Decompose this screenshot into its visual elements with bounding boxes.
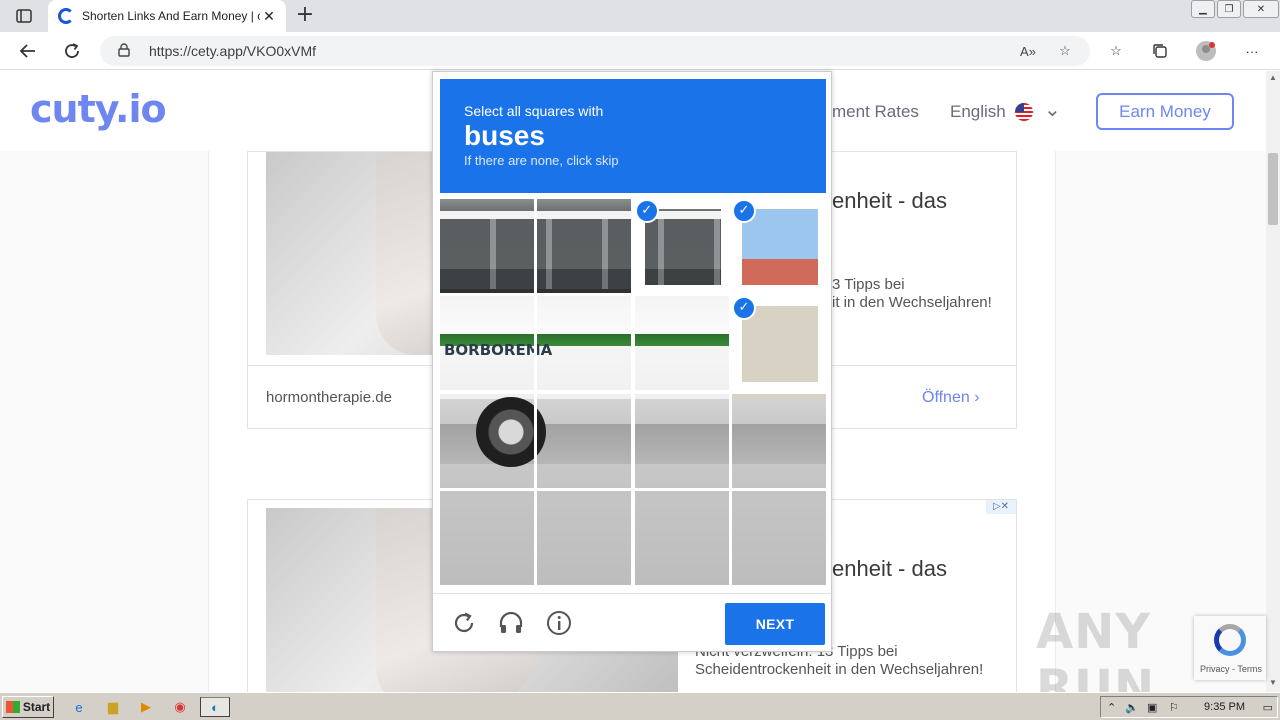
- captcha-tile[interactable]: BORBOREMA: [537, 199, 632, 293]
- more-menu-icon[interactable]: ···: [1238, 37, 1266, 65]
- captcha-tile[interactable]: BORBOREMA: [440, 393, 534, 488]
- show-desktop-icon[interactable]: ▭: [1263, 701, 1273, 714]
- tab-close-icon[interactable]: ✕: [260, 8, 278, 25]
- us-flag-icon: [1015, 103, 1033, 121]
- tile-check-icon: ✓: [634, 199, 659, 223]
- address-bar[interactable]: https://cety.app/VKO0xVMf A» ☆: [100, 36, 1090, 66]
- new-tab-icon[interactable]: +: [292, 4, 318, 28]
- browser-toolbar: https://cety.app/VKO0xVMf A» ☆ ☆ ···: [0, 32, 1280, 70]
- volume-icon[interactable]: 🔈: [1125, 701, 1139, 714]
- next-button[interactable]: NEXT: [725, 603, 825, 645]
- tray-expand-icon[interactable]: ⌃: [1107, 701, 1116, 714]
- chevron-down-icon[interactable]: ⌄: [1044, 97, 1061, 122]
- captcha-grid: BORBOREMABORBOREMABORBOREMA✓BORBOREMA✓BO…: [440, 199, 826, 585]
- ad-open-link[interactable]: Öffnen ›: [922, 389, 980, 407]
- scrollbar-thumb[interactable]: [1268, 153, 1278, 225]
- windows-logo-icon: [5, 701, 20, 713]
- page-scrollbar[interactable]: ▲ ▼: [1266, 71, 1280, 692]
- ad-open-label: Öffnen: [922, 389, 970, 406]
- window-controls: ▁ ❐ ✕: [1190, 0, 1280, 18]
- adchoices-icon[interactable]: ▷✕: [986, 500, 1016, 514]
- folder-icon[interactable]: ▆: [102, 697, 124, 717]
- minimize-icon[interactable]: ▁: [1191, 0, 1215, 18]
- flag-icon[interactable]: ⚐: [1169, 701, 1179, 714]
- captcha-instruction: Select all squares with: [464, 103, 604, 119]
- captcha-tile[interactable]: BORBOREMA✓: [634, 199, 729, 293]
- ie-icon[interactable]: e: [68, 697, 90, 717]
- info-icon[interactable]: [544, 608, 574, 638]
- site-logo[interactable]: cuty.io: [30, 87, 167, 131]
- captcha-tile[interactable]: BORBOREMA: [634, 490, 729, 585]
- favorites-icon[interactable]: ☆: [1102, 37, 1130, 65]
- captcha-header: Select all squares with buses If there a…: [440, 79, 826, 193]
- start-label: Start: [22, 700, 51, 714]
- lock-icon[interactable]: [118, 43, 130, 60]
- earn-money-button[interactable]: Earn Money: [1096, 93, 1234, 130]
- bus-text: BORBOREMA: [537, 341, 553, 359]
- window-close-icon[interactable]: ✕: [1243, 0, 1279, 18]
- captcha-challenge: Select all squares with buses If there a…: [432, 71, 832, 652]
- captcha-tile[interactable]: BORBOREMA: [440, 490, 534, 585]
- site-favicon-icon: [58, 8, 74, 24]
- recaptcha-privacy-terms[interactable]: Privacy - Terms: [1200, 664, 1262, 674]
- profile-avatar-icon[interactable]: [1192, 37, 1220, 65]
- ad-text-line1: 3 Tipps bei: [832, 276, 905, 293]
- tab-actions-icon[interactable]: [8, 4, 40, 28]
- ad-text-line2: Scheidentrockenheit in den Wechseljahren…: [695, 661, 984, 678]
- clock: 9:35 PM: [1204, 701, 1245, 713]
- read-aloud-icon[interactable]: A»: [1018, 41, 1038, 61]
- reload-challenge-icon[interactable]: [449, 608, 479, 638]
- taskbar: Start e ▆ ▶ ◉ ◐ ⌃ 🔈 ▣ ⚐ 9:35 PM ▭: [0, 692, 1280, 720]
- scroll-up-icon[interactable]: ▲: [1268, 73, 1278, 82]
- language-selector[interactable]: English: [950, 102, 1006, 122]
- collections-icon[interactable]: [1146, 37, 1174, 65]
- captcha-footer: NEXT: [433, 593, 831, 651]
- recaptcha-logo-icon: [1214, 624, 1246, 656]
- tab-strip: Shorten Links And Earn Money | c ✕ + ▁ ❐…: [0, 0, 1280, 32]
- captcha-tile[interactable]: BORBOREMA: [537, 393, 632, 488]
- captcha-tile[interactable]: BORBOREMA: [440, 199, 534, 293]
- audio-challenge-icon[interactable]: [496, 608, 526, 638]
- captcha-target: buses: [464, 120, 545, 151]
- edge-icon[interactable]: ◐: [200, 697, 230, 717]
- tile-check-icon: ✓: [731, 199, 756, 223]
- ad-domain: hormontherapie.de: [266, 389, 392, 406]
- captcha-tile[interactable]: BORBOREMA: [537, 296, 632, 391]
- url-text: https://cety.app/VKO0xVMf: [149, 43, 317, 59]
- captcha-tile[interactable]: BORBOREMA✓: [731, 199, 826, 293]
- chrome-icon[interactable]: ◉: [169, 697, 191, 717]
- start-button[interactable]: Start: [2, 696, 54, 718]
- system-tray: ⌃ 🔈 ▣ ⚐ 9:35 PM ▭: [1100, 696, 1278, 718]
- ad-headline[interactable]: enheit - das: [832, 556, 947, 582]
- nav-payment-rates-link[interactable]: ment Rates: [832, 102, 919, 122]
- restore-icon[interactable]: ❐: [1217, 0, 1241, 18]
- captcha-tile[interactable]: BORBOREMA: [440, 296, 534, 391]
- bus-text: BORBOREMA: [444, 341, 534, 359]
- ad-text-line2: it in den Wechseljahren!: [832, 294, 992, 311]
- captcha-tile[interactable]: BORBOREMA: [731, 490, 826, 585]
- captcha-tile[interactable]: BORBOREMA✓: [731, 296, 826, 391]
- captcha-tile[interactable]: BORBOREMA: [634, 393, 729, 488]
- reload-icon[interactable]: [58, 37, 86, 65]
- captcha-tile[interactable]: BORBOREMA: [537, 490, 632, 585]
- recaptcha-badge[interactable]: Privacy - Terms: [1194, 616, 1266, 680]
- captcha-tile[interactable]: BORBOREMA: [731, 393, 826, 488]
- add-favorite-icon[interactable]: ☆: [1055, 41, 1075, 61]
- captcha-subtext: If there are none, click skip: [464, 153, 619, 168]
- chevron-right-icon: ›: [974, 389, 980, 406]
- tab-title: Shorten Links And Earn Money | c: [82, 9, 260, 23]
- back-arrow-icon[interactable]: [14, 37, 42, 65]
- media-player-icon[interactable]: ▶: [135, 697, 157, 717]
- browser-tab[interactable]: Shorten Links And Earn Money | c ✕: [48, 0, 286, 32]
- network-icon[interactable]: ▣: [1147, 701, 1157, 714]
- ad-headline[interactable]: enheit - das: [832, 188, 947, 214]
- captcha-tile[interactable]: BORBOREMA: [634, 296, 729, 391]
